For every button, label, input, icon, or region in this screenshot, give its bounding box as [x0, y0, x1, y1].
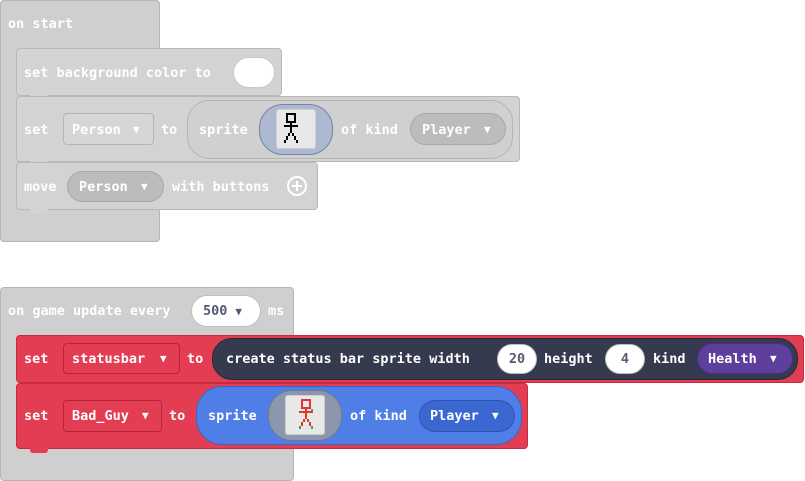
set-background-label: set background color to — [24, 65, 211, 81]
sprite-label: sprite — [199, 122, 248, 138]
chevron-down-icon: ▼ — [484, 123, 491, 136]
interval-value: 500 — [203, 303, 228, 319]
create-status-bar-label: create status bar sprite width — [226, 351, 470, 367]
width-input[interactable]: 20 — [497, 344, 537, 374]
of-kind-label: of kind — [341, 122, 398, 138]
ms-label: ms — [268, 303, 285, 319]
to-label: to — [161, 122, 178, 138]
block-notch — [30, 448, 48, 453]
of-kind-label: of kind — [350, 408, 407, 424]
red-stick-figure-icon — [299, 399, 313, 429]
on-game-update-label: on game update every — [8, 303, 171, 319]
set-label: set — [24, 408, 49, 424]
height-input[interactable]: 4 — [605, 344, 645, 374]
chevron-down-icon: ▼ — [141, 180, 148, 193]
health-kind-label: Health — [708, 351, 757, 367]
height-value: 4 — [620, 351, 630, 367]
width-value: 20 — [508, 351, 526, 367]
to-label: to — [169, 408, 186, 424]
set-label: set — [24, 122, 49, 138]
to-label: to — [187, 351, 204, 367]
chevron-down-icon: ▼ — [235, 304, 243, 318]
chevron-down-icon: ▼ — [142, 409, 149, 422]
interval-dropdown[interactable]: 500 ▼ — [191, 295, 261, 327]
move-label: move — [24, 179, 57, 195]
color-swatch[interactable] — [233, 57, 275, 88]
move-with-buttons-block[interactable] — [16, 162, 318, 210]
chevron-down-icon: ▼ — [770, 352, 777, 365]
set-label: set — [24, 351, 49, 367]
plus-circle-icon[interactable] — [286, 175, 308, 197]
bad-guy-variable-label: Bad_Guy — [72, 408, 129, 424]
chevron-down-icon: ▼ — [133, 123, 140, 136]
statusbar-variable-label: statusbar — [72, 351, 146, 367]
bad-guy-sprite-frame — [285, 395, 325, 435]
person-variable-label: Person — [72, 122, 121, 138]
player-kind-label: Player — [422, 122, 471, 138]
black-stick-figure-icon — [284, 113, 298, 143]
block-notch — [30, 209, 48, 214]
chevron-down-icon: ▼ — [160, 352, 167, 365]
chevron-down-icon: ▼ — [492, 409, 499, 422]
kind-label: kind — [653, 351, 686, 367]
sprite-image-frame — [276, 109, 316, 149]
height-label: height — [544, 351, 593, 367]
sprite-label: sprite — [208, 408, 257, 424]
with-buttons-label: with buttons — [172, 179, 270, 195]
on-start-label: on start — [8, 16, 74, 32]
bad-guy-kind-label: Player — [430, 408, 479, 424]
move-person-label: Person — [79, 179, 128, 195]
